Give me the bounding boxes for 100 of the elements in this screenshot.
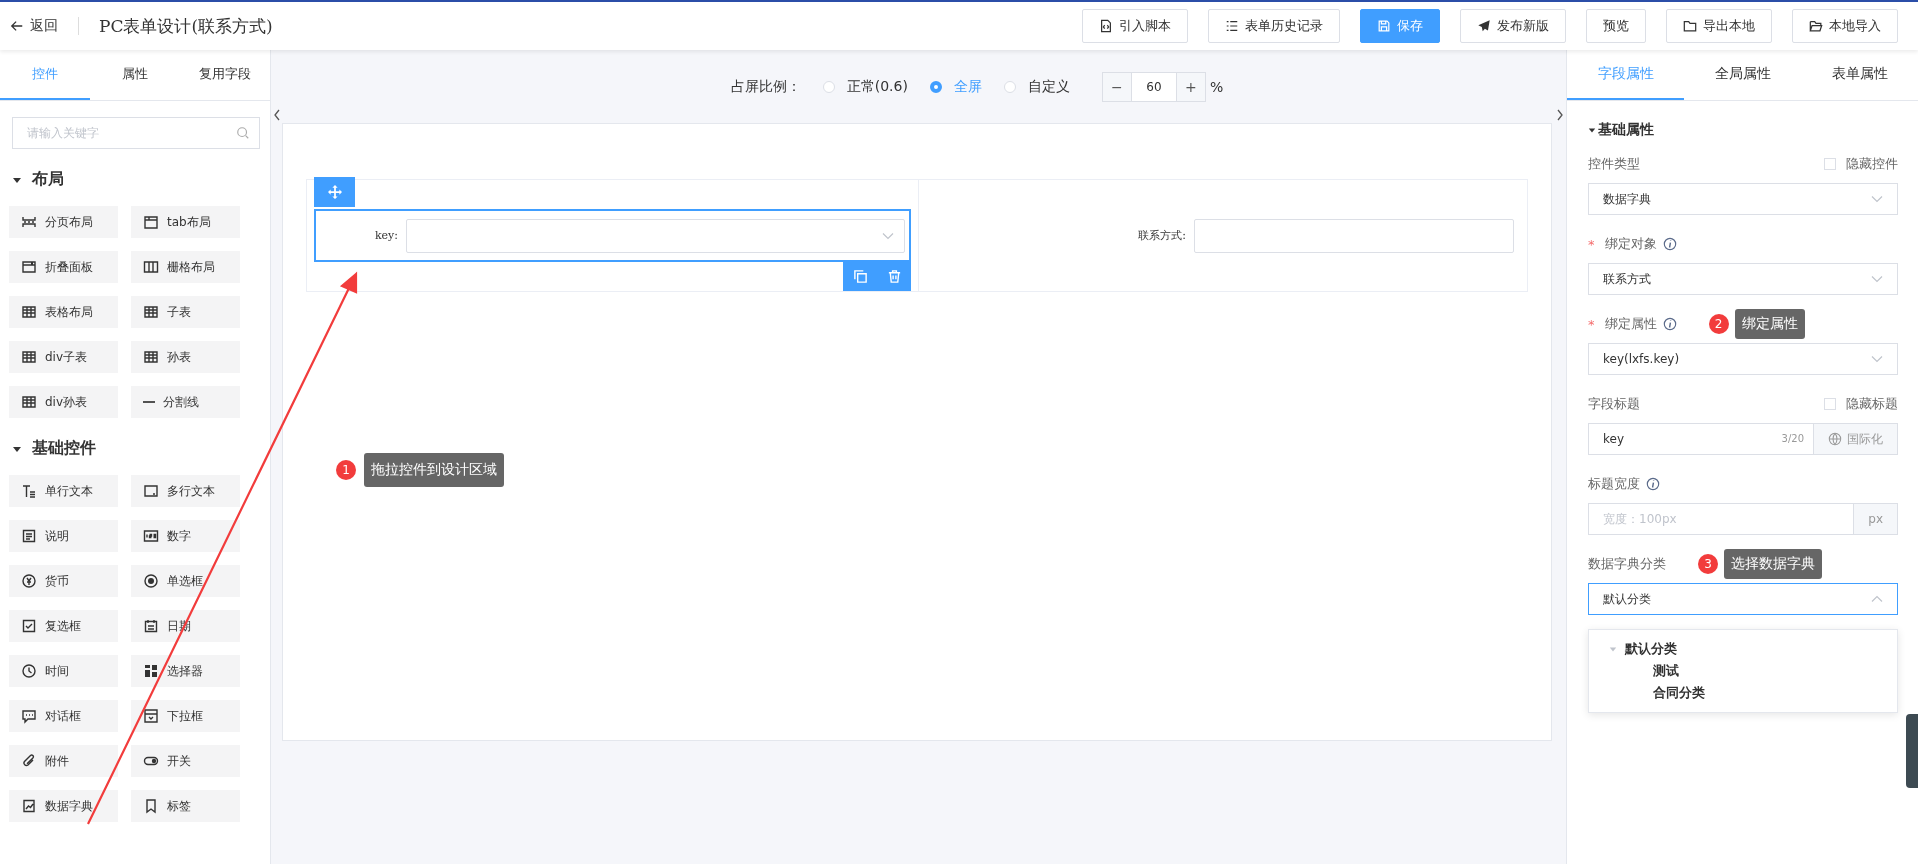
caret-icon[interactable] [1588, 126, 1596, 134]
widget-item[interactable]: 开关 [131, 745, 240, 777]
table-icon [143, 304, 159, 320]
panel-tab[interactable]: 复用字段 [180, 50, 270, 100]
field-label: 控件类型 [1588, 155, 1640, 173]
panel-tab[interactable]: 属性 [90, 50, 180, 100]
field-label: key: [373, 229, 399, 242]
decrease-button[interactable]: − [1102, 72, 1131, 101]
widget-item[interactable]: tab布局 [131, 206, 240, 238]
widget-item[interactable]: 对话框 [9, 700, 118, 732]
calendar-icon [143, 618, 159, 634]
widget-item[interactable]: 分页布局 [9, 206, 118, 238]
move-handle[interactable] [314, 177, 355, 207]
checkbox-option[interactable]: 隐藏标题 [1824, 395, 1898, 413]
checkbox-icon [21, 618, 37, 634]
widget-item[interactable]: 单选框 [131, 565, 240, 597]
toolbar-button[interactable]: 预览 [1586, 9, 1646, 43]
toolbar-button[interactable]: 表单历史记录 [1208, 9, 1340, 43]
toolbar-button[interactable]: 导出本地 [1666, 9, 1772, 43]
ratio-option[interactable]: 自定义 [1003, 77, 1070, 96]
checkbox-option[interactable]: 隐藏控件 [1824, 155, 1898, 173]
select-field[interactable]: 默认分类 [1588, 583, 1898, 615]
info-icon [1646, 477, 1660, 491]
info-icon [1662, 317, 1677, 331]
input-field[interactable] [1194, 218, 1514, 253]
select-field[interactable]: key(lxfs.key) [1588, 343, 1898, 375]
widget-item[interactable]: 复选框 [9, 610, 118, 642]
widget-item[interactable]: 栅格布局 [131, 251, 240, 283]
side-handle[interactable] [1906, 714, 1918, 788]
form-field[interactable]: key: [314, 209, 911, 262]
field-label: 字段标题 [1588, 395, 1640, 413]
ratio-option[interactable]: 正常(0.6) [822, 77, 908, 96]
chevron-down-icon [1871, 275, 1883, 283]
toolbar-button[interactable]: 本地导入 [1792, 9, 1898, 43]
radio-button[interactable] [929, 80, 942, 93]
tree-option[interactable]: 合同分类 [1653, 684, 1705, 702]
step-badge: 1 [336, 460, 356, 480]
widget-item[interactable]: 说明 [9, 520, 118, 552]
toolbar-button[interactable]: 发布新版 [1460, 9, 1566, 43]
widget-item[interactable]: 多行文本 [131, 475, 240, 507]
panel-tab[interactable]: 全局属性 [1684, 50, 1801, 100]
collapse-right-icon[interactable] [1556, 108, 1564, 122]
select-field[interactable]: 数据字典 [1588, 183, 1898, 215]
group-title: 基础控件 [32, 438, 96, 459]
widget-item[interactable]: div孙表 [9, 386, 118, 418]
widget-item[interactable]: 表格布局 [9, 296, 118, 328]
chevron-down-icon [1871, 355, 1883, 363]
search-icon [236, 126, 250, 140]
widget-item[interactable]: 折叠面板 [9, 251, 118, 283]
tree-option[interactable]: 默认分类 [1625, 640, 1677, 658]
widget-item[interactable]: 单行文本 [9, 475, 118, 507]
widget-item[interactable]: div子表 [9, 341, 118, 373]
tooltip: 拖拉控件到设计区域 [364, 453, 504, 487]
widget-item[interactable]: 孙表 [131, 341, 240, 373]
search-field[interactable]: 请输入关键字 [12, 117, 260, 149]
copy-icon[interactable] [852, 269, 868, 284]
globe-icon [1828, 432, 1842, 446]
widget-item[interactable]: 数据字典 [9, 790, 118, 822]
widget-item[interactable]: 数字 [131, 520, 240, 552]
table-icon [21, 304, 37, 320]
widget-item[interactable]: 货币 [9, 565, 118, 597]
widget-item[interactable]: 标签 [131, 790, 240, 822]
panel-tab[interactable]: 表单属性 [1801, 50, 1918, 100]
paging-icon [21, 214, 37, 230]
blocks-icon [143, 663, 159, 679]
radio-icon [143, 573, 159, 589]
widget-item[interactable]: 下拉框 [131, 700, 240, 732]
table-icon [143, 349, 159, 365]
toolbar-button[interactable]: 引入脚本 [1082, 9, 1188, 43]
widget-item[interactable]: 时间 [9, 655, 118, 687]
tree-option[interactable]: 测试 [1653, 662, 1679, 680]
input-field[interactable]: 宽度：100px [1588, 503, 1855, 535]
widget-item[interactable]: 选择器 [131, 655, 240, 687]
checkbox[interactable] [1824, 158, 1836, 170]
checkbox[interactable] [1824, 398, 1836, 410]
unit-addon: px [1854, 503, 1898, 535]
document-icon [21, 528, 37, 544]
widget-item[interactable]: 附件 [9, 745, 118, 777]
delete-icon[interactable] [886, 269, 902, 284]
select-field[interactable] [406, 218, 905, 253]
chevron-up-icon [1871, 595, 1883, 603]
table-icon [21, 349, 37, 365]
text-icon [21, 483, 37, 499]
back-arrow-icon [10, 19, 24, 33]
field-label: 数据字典分类 [1588, 555, 1666, 573]
folder-icon [1683, 19, 1697, 33]
form-field[interactable]: 联系方式: [926, 209, 1520, 262]
widget-item[interactable]: 分割线 [131, 386, 240, 418]
dash-icon [143, 401, 155, 403]
collapse-left-icon[interactable] [273, 108, 281, 122]
back-link[interactable]: 返回 [10, 17, 58, 35]
increase-button[interactable]: + [1176, 72, 1205, 101]
paper-plane-icon [1477, 19, 1491, 33]
chart-book-icon [21, 798, 37, 814]
ratio-input[interactable]: 60 [1130, 72, 1177, 101]
document-icon [1099, 19, 1113, 33]
clock-icon [21, 663, 37, 679]
chevron-down-icon [1871, 195, 1883, 203]
widget-item[interactable]: 子表 [131, 296, 240, 328]
select-field[interactable]: 联系方式 [1588, 263, 1898, 295]
